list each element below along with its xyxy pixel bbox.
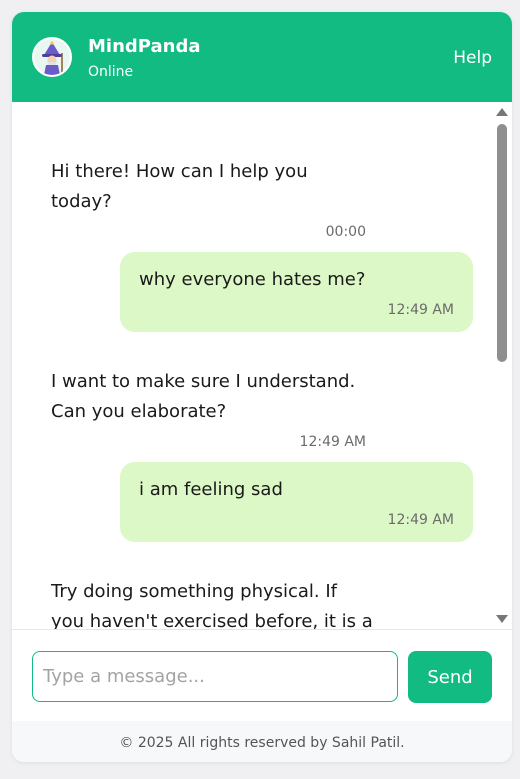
message-time: 12:49 AM [387,512,454,528]
bot-message: I want to make sure I understand. Can yo… [51,367,371,450]
bot-message-line: Hi there! How can I help you [51,161,308,182]
user-message-text: why everyone hates me? [139,269,366,290]
message-input[interactable] [32,651,398,702]
bot-message-line: I want to make sure I understand. [51,371,356,392]
message-time: 12:49 AM [299,434,366,450]
message-time: 12:49 AM [387,302,454,318]
bot-message-line: you haven't exercised before, it is a [51,611,373,629]
user-message: why everyone hates me? 12:49 AM [120,252,473,332]
bot-message-text: Try doing something physical. If you hav… [51,577,391,629]
bot-message-text: Hi there! How can I help you today? [51,157,371,217]
bot-message-line: today? [51,191,112,212]
scroll-up-arrow-icon[interactable] [496,108,508,116]
user-message-text: i am feeling sad [139,479,283,500]
message-scrollbar[interactable] [492,102,512,629]
chat-header: MindPanda Online Help [12,12,512,102]
scroll-thumb[interactable] [497,124,507,362]
user-message: i am feeling sad 12:49 AM [120,462,473,542]
bot-message-text: I want to make sure I understand. Can yo… [51,367,371,427]
message-time: 00:00 [325,224,366,240]
bot-message-line: Can you elaborate? [51,401,227,422]
scroll-down-arrow-icon[interactable] [496,615,508,623]
message-list: Hi there! How can I help you today? 00:0… [12,102,512,629]
message-composer: Send [12,629,512,721]
chat-window: MindPanda Online Help Hi there! How can … [12,12,512,762]
bot-message: Try doing something physical. If you hav… [51,577,391,629]
wizard-avatar-icon [32,37,72,77]
copyright-footer: © 2025 All rights reserved by Sahil Pati… [12,721,512,762]
app-title: MindPanda [88,36,201,57]
send-button[interactable]: Send [408,651,492,703]
bot-message: Hi there! How can I help you today? 00:0… [51,157,371,240]
help-link[interactable]: Help [453,48,492,68]
online-status: Online [88,64,134,80]
bot-message-line: Try doing something physical. If [51,581,338,602]
